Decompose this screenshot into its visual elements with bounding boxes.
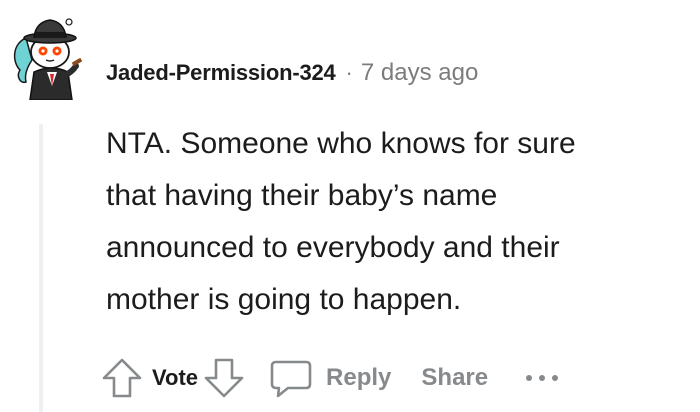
avatar[interactable] (6, 10, 94, 101)
comment-body: NTA. Someone who knows for sure that hav… (106, 118, 696, 326)
share-button[interactable]: Share (421, 364, 488, 392)
speech-bubble-icon (270, 360, 312, 398)
timestamp[interactable]: 7 days ago (361, 59, 478, 87)
downvote-button[interactable] (202, 356, 246, 400)
comment-line: NTA. Someone who knows for sure (106, 127, 576, 160)
vote-count: Vote (152, 365, 199, 390)
comment-line: mother is going to happen. (106, 283, 462, 316)
arrow-down-icon (204, 358, 244, 398)
comment-line: announced to everybody and their (106, 231, 560, 264)
arrow-up-icon (102, 358, 142, 398)
reply-button[interactable]: Reply (268, 356, 391, 400)
comment: Jaded-Permission-324 · 7 days ago NTA. S… (0, 0, 700, 412)
ellipsis-icon (526, 375, 559, 381)
thread-line[interactable] (39, 124, 43, 412)
upvote-button[interactable] (100, 356, 144, 400)
comment-actions: Vote Reply Share (100, 352, 560, 404)
comment-line: that having their baby’s name (106, 179, 498, 212)
reply-label: Reply (326, 364, 392, 391)
meta-separator: · (345, 60, 353, 85)
snoo-avatar-icon (13, 18, 82, 101)
more-options-button[interactable] (524, 368, 560, 388)
author-name[interactable]: Jaded-Permission-324 (106, 60, 336, 86)
comment-meta: Jaded-Permission-324 · 7 days ago (106, 56, 478, 90)
